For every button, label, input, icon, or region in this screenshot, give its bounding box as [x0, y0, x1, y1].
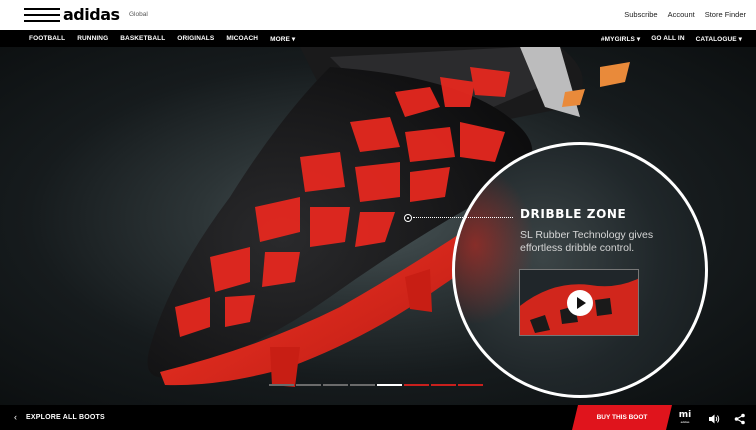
nav-item-football[interactable]: FOOTBALL: [29, 35, 65, 43]
store-finder-link[interactable]: Store Finder: [705, 10, 746, 19]
nav-item-running[interactable]: RUNNING: [77, 35, 108, 43]
region-label[interactable]: Global: [129, 11, 148, 18]
nav-item-basketball[interactable]: BASKETBALL: [120, 35, 165, 43]
play-icon[interactable]: [567, 290, 593, 316]
mi-logo-text: mi: [678, 410, 692, 420]
miadidas-logo[interactable]: mi adidas: [677, 411, 693, 425]
hotspot-description: SL Rubber Technology gives effortless dr…: [520, 229, 654, 254]
subscribe-link[interactable]: Subscribe: [624, 10, 657, 19]
slide-indicator-5[interactable]: [377, 384, 402, 386]
mi-logo-subtext: adidas: [680, 420, 690, 424]
speaker-icon[interactable]: [708, 412, 720, 424]
explore-label: EXPLORE ALL BOOTS: [26, 414, 105, 421]
nav-item-micoach[interactable]: MICOACH: [226, 35, 258, 43]
share-icon[interactable]: [734, 412, 746, 425]
slide-indicator-4[interactable]: [350, 384, 375, 386]
top-header: adidas Global Subscribe Account Store Fi…: [0, 0, 756, 30]
slide-indicator-3[interactable]: [323, 384, 348, 386]
nav-item-mygirls[interactable]: #MYGIRLS ▾: [601, 35, 640, 43]
explore-all-boots-button[interactable]: ‹ EXPLORE ALL BOOTS: [14, 413, 105, 422]
nav-item-catalogue[interactable]: CATALOGUE ▾: [696, 35, 742, 43]
utility-links: Subscribe Account Store Finder: [624, 10, 746, 19]
bottom-bar: ‹ EXPLORE ALL BOOTS BUY THIS BOOT mi adi…: [0, 405, 756, 430]
slide-indicator-8[interactable]: [458, 384, 483, 386]
slide-indicator-7[interactable]: [431, 384, 456, 386]
slide-indicator-2[interactable]: [296, 384, 321, 386]
brand-name: adidas: [63, 5, 120, 24]
nav-item-go-all-in[interactable]: GO ALL IN: [651, 35, 684, 43]
slide-indicator-6[interactable]: [404, 384, 429, 386]
three-stripes-icon: [24, 8, 60, 22]
slide-indicator-1[interactable]: [269, 384, 294, 386]
main-nav: FOOTBALL RUNNING BASKETBALL ORIGINALS MI…: [0, 30, 756, 47]
account-link[interactable]: Account: [668, 10, 695, 19]
adidas-logo[interactable]: adidas: [24, 7, 120, 23]
hero-banner: DRIBBLE ZONE SL Rubber Technology gives …: [0, 47, 756, 405]
hotspot-title: DRIBBLE ZONE: [520, 207, 627, 221]
nav-item-more[interactable]: MORE ▾: [270, 35, 295, 43]
buy-this-boot-button[interactable]: BUY THIS BOOT: [572, 405, 672, 430]
nav-item-originals[interactable]: ORIGINALS: [177, 35, 214, 43]
chevron-left-icon: ‹: [14, 412, 17, 422]
buy-label: BUY THIS BOOT: [596, 414, 648, 421]
hotspot-connector-line: [413, 217, 513, 218]
slide-progress-indicator: [269, 384, 483, 386]
video-thumbnail[interactable]: [519, 269, 639, 336]
hotspot-marker[interactable]: [404, 214, 412, 222]
